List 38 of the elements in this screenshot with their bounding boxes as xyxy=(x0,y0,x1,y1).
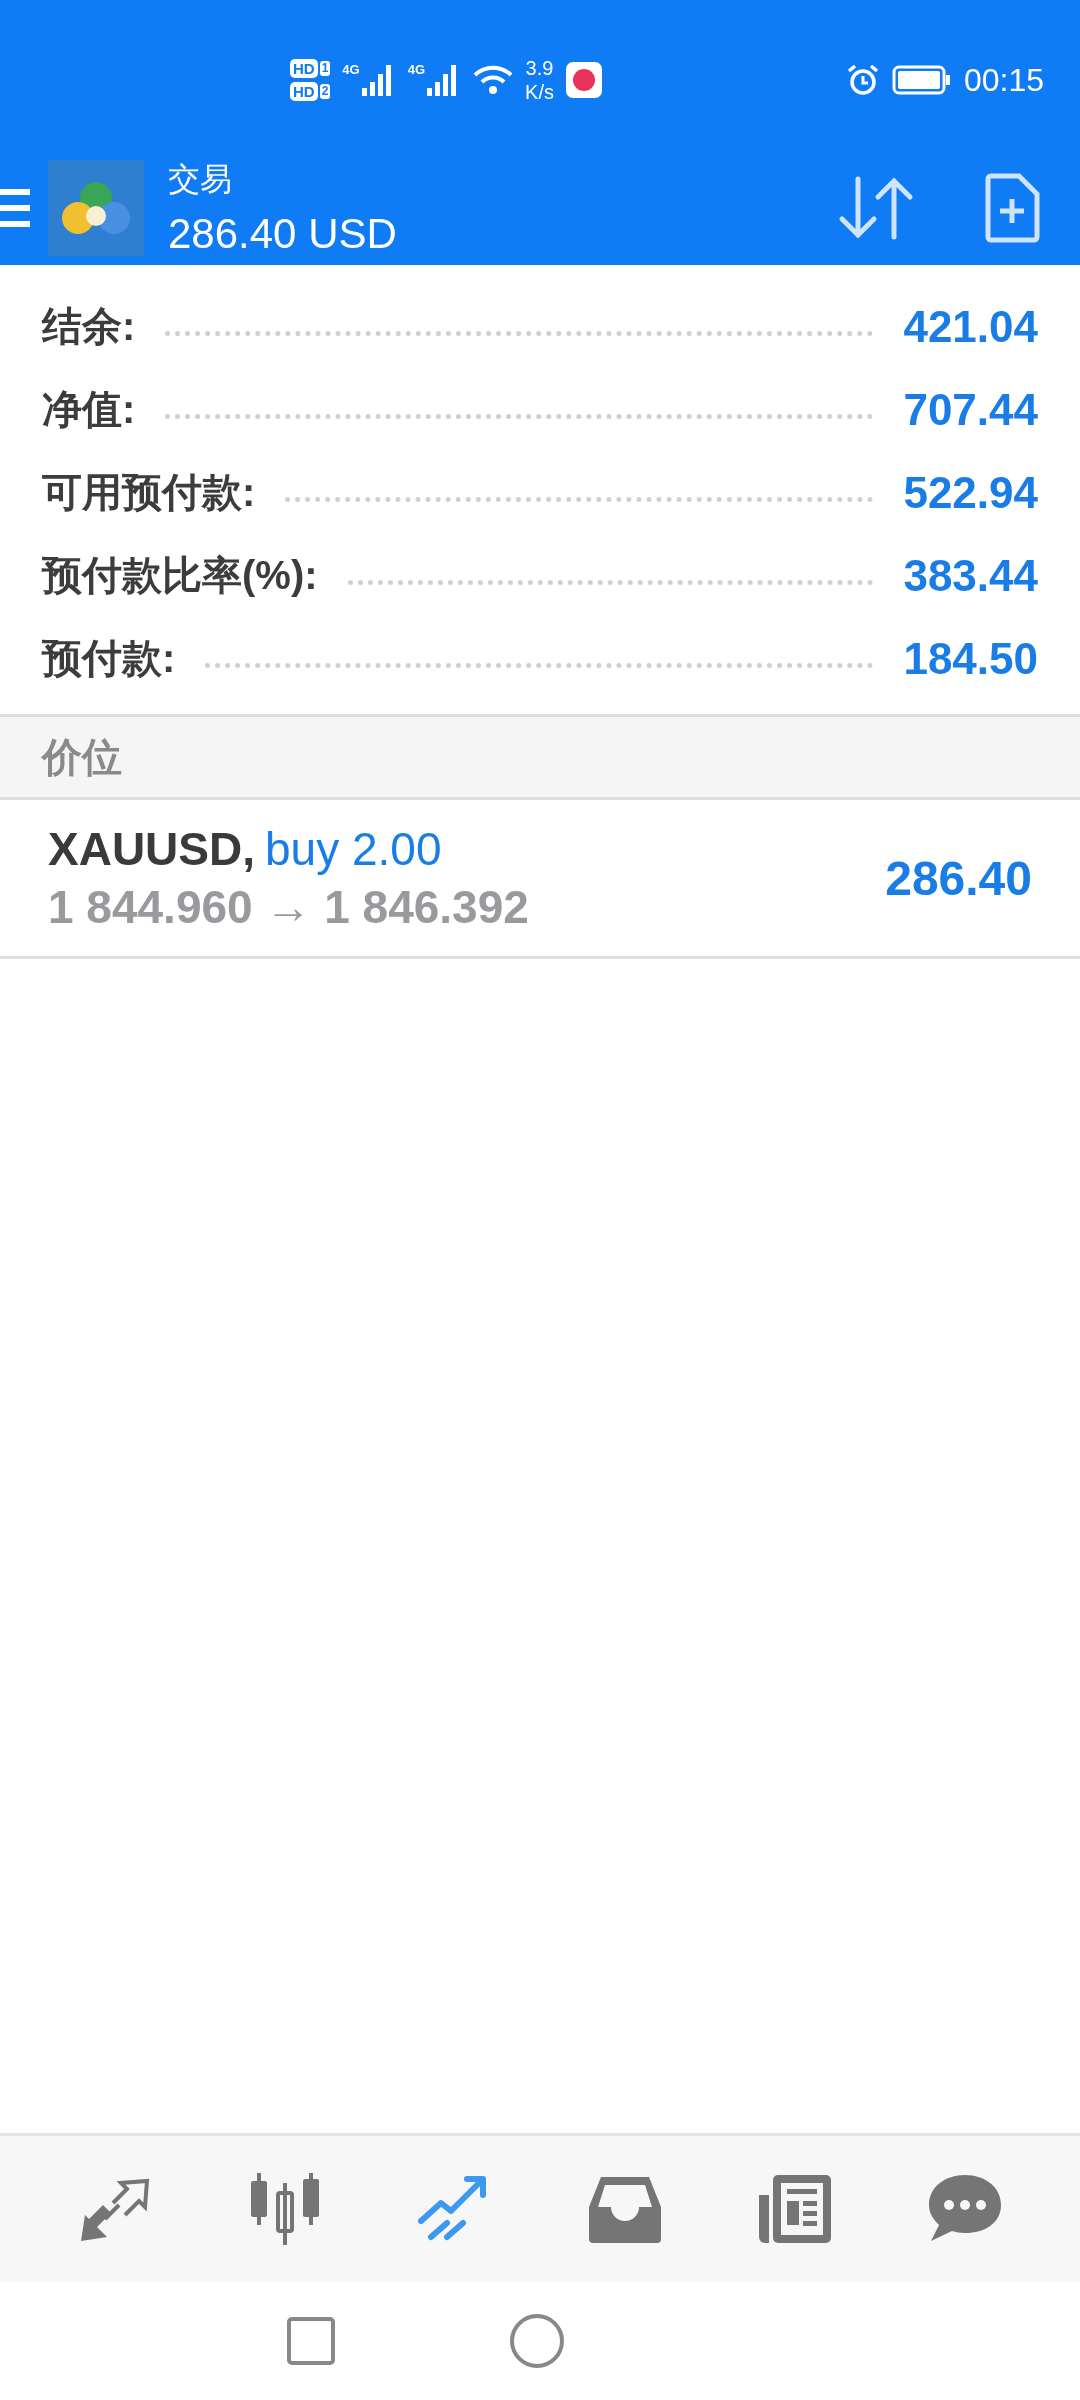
home-button[interactable] xyxy=(510,2314,564,2368)
summary-label: 可用预付款: xyxy=(42,469,256,516)
summary-label: 净值: xyxy=(42,386,136,433)
app-notification-icon xyxy=(565,62,602,98)
position-order: buy 2.00 xyxy=(265,822,442,876)
position-prices: 1 844.960 → 1 846.392 xyxy=(48,880,530,934)
network-speed: 3.9 xyxy=(525,56,554,80)
clock-time: 00:15 xyxy=(963,61,1044,99)
network-type: 4G xyxy=(407,62,426,77)
newspaper-icon[interactable] xyxy=(757,2173,833,2245)
position-profit: 286.40 xyxy=(885,850,1032,906)
summary-value: 421.04 xyxy=(903,301,1038,352)
screen-title: 交易 xyxy=(168,159,233,199)
network-type: 4G xyxy=(342,62,360,77)
wifi-icon xyxy=(473,64,514,96)
summary-value: 383.44 xyxy=(903,550,1038,601)
recents-button[interactable] xyxy=(287,2317,335,2365)
section-header: 价位 xyxy=(42,733,122,781)
battery-icon xyxy=(891,65,952,95)
inbox-icon[interactable] xyxy=(587,2175,663,2243)
summary-label: 结余: xyxy=(42,303,136,350)
hd-badge: HD xyxy=(290,82,318,101)
sim-slot: 1 xyxy=(319,61,331,76)
position-symbol: XAUUSD, xyxy=(48,822,256,876)
alarm-icon xyxy=(845,63,880,97)
new-order-icon[interactable] xyxy=(984,172,1040,243)
summary-value: 707.44 xyxy=(903,384,1038,435)
summary-value: 522.94 xyxy=(903,467,1038,518)
summary-value: 184.50 xyxy=(903,633,1038,684)
summary-label: 预付款: xyxy=(42,635,176,682)
network-speed: K/s xyxy=(525,80,554,104)
app-logo-icon xyxy=(48,159,144,256)
sort-icon[interactable] xyxy=(838,174,914,241)
hd-badge: HD xyxy=(290,59,318,78)
summary-label: 预付款比率(%): xyxy=(42,552,318,599)
sim-slot: 2 xyxy=(319,84,331,99)
position-row[interactable]: XAUUSD, buy 2.00 1 844.960 → 1 846.392 286.40 xyxy=(0,800,1080,959)
account-balance: 286.40 USD xyxy=(168,209,397,258)
